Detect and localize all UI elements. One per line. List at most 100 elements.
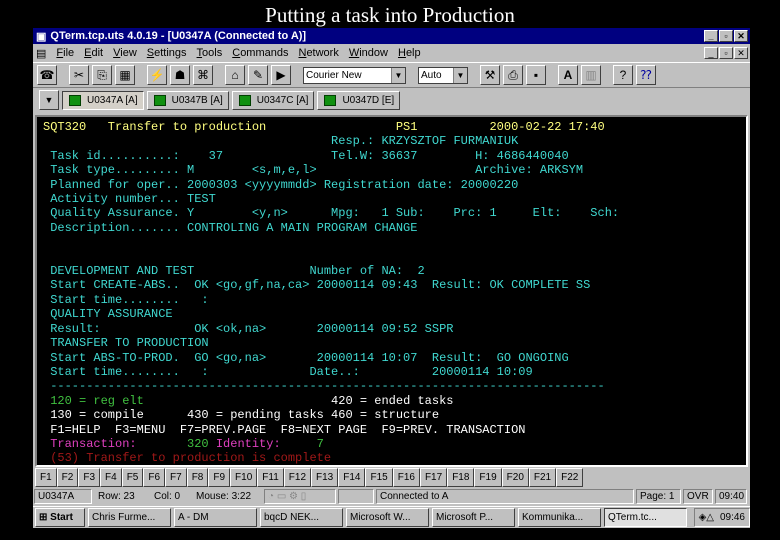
function-key-bar: F1 F2 F3 F4 F5 F6 F7 F8 F9 F10 F11 F12 F13 F14 F15 F16 F… [35,468,584,487]
minimize-button[interactable]: _ [704,30,718,42]
tray-icon[interactable]: ◈△ [699,509,714,526]
chevron-down-icon: ▼ [391,67,405,83]
terminal-text-segment: 130 = compile 430 = pending tasks 460 = … [43,408,440,423]
edit-icon[interactable]: ✎ [248,65,268,85]
clock: 09:46 [719,512,745,523]
terminal-text-segment: (53) Transfer to production is complete [43,451,332,466]
fkey-button-f10[interactable]: F10 [230,468,258,487]
menu-edit[interactable]: Edit [84,47,103,59]
menu-network[interactable]: Network [298,47,338,59]
menu-commands[interactable]: Commands [232,47,288,59]
terminal-text-segment: ----------------------------------------… [43,379,605,394]
terminal-text-segment: QUALITY ASSURANCE [43,307,173,322]
fkey-button-f9[interactable]: F9 [208,468,231,487]
fkey-button-f1[interactable]: F1 [35,468,57,487]
menu-view[interactable]: View [113,47,137,59]
menu-file[interactable]: File [56,47,74,59]
transfer-icon[interactable]: ⌘ [193,65,213,85]
print-icon[interactable]: ⎙ [503,65,523,85]
fkey-button-f19[interactable]: F19 [474,468,502,487]
terminal-text-segment: Start ABS-TO-PROD. GO <go,na> 20000114 1… [43,350,569,365]
font-select[interactable]: Courier New ▼ [303,66,406,84]
chart-icon[interactable]: ▥ [581,65,601,85]
status-led-icon [324,94,337,106]
system-tray: ◈△ 09:46 [693,508,750,527]
fkey-button-f17[interactable]: F17 [419,468,448,487]
status-time: 09:40 [715,489,747,504]
maximize-button[interactable]: ▫ [719,30,733,42]
session-tab-a[interactable]: U0347A [A] [62,90,144,110]
terminal-text-segment: Transaction: [43,436,137,451]
fkey-button-f11[interactable]: F11 [257,468,284,487]
session-tab-b[interactable]: U0347B [A] [146,90,229,110]
taskbar-item[interactable]: Microsoft P... [432,508,515,527]
fkey-button-f20[interactable]: F20 [501,468,529,487]
taskbar-item-active[interactable]: QTerm.tc... [604,508,687,527]
fkey-button-f21[interactable]: F21 [528,468,557,487]
doc-icon: ▤ [36,47,47,60]
taskbar-item[interactable]: Microsoft W... [346,508,429,527]
doc-restore-button[interactable]: ▫ [719,47,733,59]
fkey-button-f15[interactable]: F15 [365,468,393,487]
settings-icon[interactable]: ⚒ [480,65,500,85]
fkey-button-f22[interactable]: F22 [556,468,584,487]
doc-minimize-button[interactable]: _ [704,47,718,59]
session-tab-c[interactable]: U0347C [A] [231,90,315,110]
context-help-icon[interactable]: ⁇ [636,65,656,85]
session-dropdown-button[interactable]: ▼ [39,90,59,110]
fkey-button-f2[interactable]: F2 [56,468,79,487]
menu-window[interactable]: Window [349,47,388,59]
size-value: Auto [421,69,442,81]
host-icon[interactable]: ⌂ [225,65,245,85]
taskbar-item[interactable]: Chris Furme... [88,508,171,527]
session-tab-d[interactable]: U0347D [E] [317,90,401,110]
terminal-screen[interactable]: SQT320 Transfer to production PS1 2000-0… [35,115,748,467]
fkey-button-f5[interactable]: F5 [121,468,144,487]
session-label: U0347C [A] [256,94,309,106]
fkey-button-f12[interactable]: F12 [283,468,312,487]
fkey-button-f14[interactable]: F14 [338,468,366,487]
status-led-icon [238,94,251,106]
menu-tools[interactable]: Tools [197,47,223,59]
fkey-button-f16[interactable]: F16 [392,468,420,487]
terminal-text-segment: Identity: [208,436,281,451]
terminal-text-segment: 7 [280,436,324,451]
taskbar: ⊞ Start Chris Furme... A - DM bqcD NEK..… [33,506,750,528]
fkey-button-f18[interactable]: F18 [447,468,475,487]
lock-icon[interactable]: ☗ [170,65,190,85]
taskbar-item[interactable]: A - DM [174,508,257,527]
fkey-button-f4[interactable]: F4 [100,468,122,487]
paste-icon[interactable]: ▦ [115,65,135,85]
terminal-text[interactable]: SQT320 Transfer to production PS1 2000-0… [43,120,746,466]
terminal-text-segment: Start CREATE-ABS.. OK <go,gf,na,ca> 2000… [43,278,591,293]
size-select[interactable]: Auto ▼ [418,66,468,84]
fkey-button-f6[interactable]: F6 [143,468,166,487]
copy-icon[interactable]: ⎘ [92,65,112,85]
close-button[interactable]: ✕ [734,30,748,42]
status-page: Page: 1 [636,489,681,504]
status-empty [338,489,374,504]
start-button[interactable]: ⊞ Start [35,508,85,527]
app-icon: ▣ [36,30,47,43]
font-a-icon[interactable]: A [558,65,578,85]
taskbar-item[interactable]: Kommunika... [518,508,601,527]
taskbar-item[interactable]: bqcD NEK... [260,508,343,527]
fkey-button-f7[interactable]: F7 [165,468,187,487]
save-icon[interactable]: ▪ [526,65,546,85]
lightning-icon[interactable]: ⚡ [147,65,167,85]
title-bar: ▣ QTerm.tcp.uts 4.0.19 - [U0347A (Connec… [33,28,750,44]
play-icon[interactable]: ▶ [271,65,291,85]
connect-icon[interactable]: ☎ [37,65,57,85]
doc-close-button[interactable]: ✕ [734,47,748,59]
fkey-button-f8[interactable]: F8 [186,468,209,487]
help-icon[interactable]: ? [613,65,633,85]
terminal-text-segment: 120 = reg elt [43,393,144,408]
status-led-icon [69,94,81,106]
fkey-button-f13[interactable]: F13 [311,468,339,487]
cut-icon[interactable]: ✂ [69,65,89,85]
chevron-down-icon: ▼ [453,67,467,83]
menu-settings[interactable]: Settings [147,47,187,59]
status-mode: OVR [683,489,713,504]
fkey-button-f3[interactable]: F3 [78,468,101,487]
menu-help[interactable]: Help [398,47,421,59]
